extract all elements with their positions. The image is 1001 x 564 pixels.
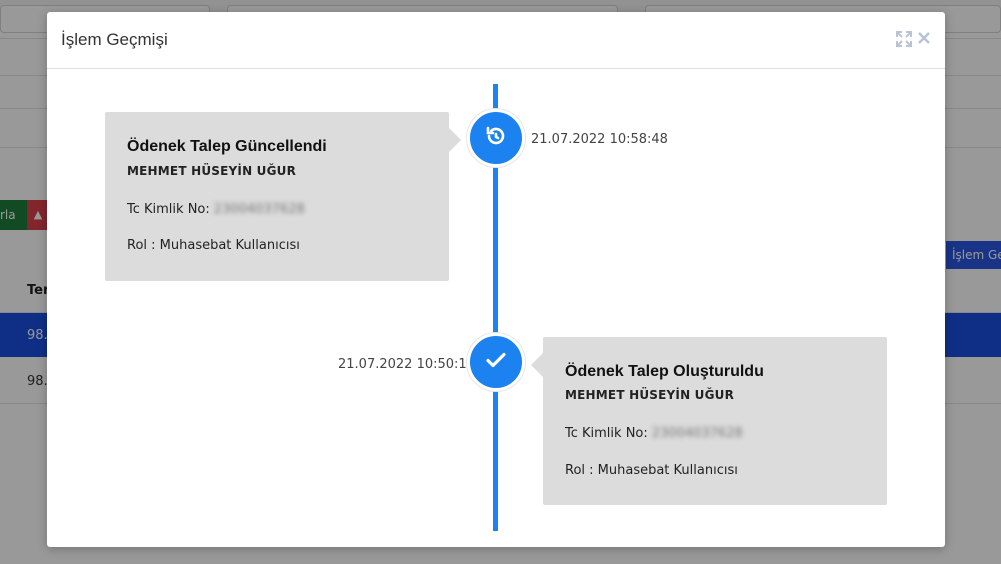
timeline-card-updated: Ödenek Talep Güncellendi MEHMET HÜSEYİN … [105, 112, 461, 281]
event-tc-row: Tc Kimlik No: 23004037628 [565, 426, 743, 441]
check-icon [484, 348, 508, 376]
event-tc-row: Tc Kimlik No: 23004037628 [127, 202, 305, 217]
event-role: Rol : Muhasebat Kullanıcısı [565, 463, 738, 478]
tc-label: Tc Kimlik No: [127, 202, 210, 217]
event-timestamp: 21.07.2022 10:58:48 [531, 132, 668, 147]
event-timestamp: 21.07.2022 10:50:19 [338, 357, 475, 372]
tc-label: Tc Kimlik No: [565, 426, 648, 441]
timeline-node-updated [467, 109, 525, 167]
event-user: MEHMET HÜSEYİN UĞUR [565, 388, 735, 402]
modal-title: İşlem Geçmişi [61, 30, 168, 49]
close-icon[interactable] [915, 31, 933, 49]
timeline-node-created [467, 333, 525, 391]
event-user: MEHMET HÜSEYİN UĞUR [127, 164, 297, 178]
history-modal: İşlem Geçmişi Ödenek Talep Güncellendi M… [47, 12, 945, 547]
expand-icon[interactable] [895, 31, 913, 49]
undo-icon [484, 124, 508, 152]
event-role: Rol : Muhasebat Kullanıcısı [127, 238, 300, 253]
tc-value: 23004037628 [651, 426, 743, 441]
timeline-card-created: Ödenek Talep Oluşturuldu MEHMET HÜSEYİN … [531, 337, 887, 505]
event-title: Ödenek Talep Güncellendi [127, 138, 327, 155]
modal-header: İşlem Geçmişi [47, 12, 945, 69]
event-title: Ödenek Talep Oluşturuldu [565, 363, 764, 380]
tc-value: 23004037628 [213, 202, 305, 217]
